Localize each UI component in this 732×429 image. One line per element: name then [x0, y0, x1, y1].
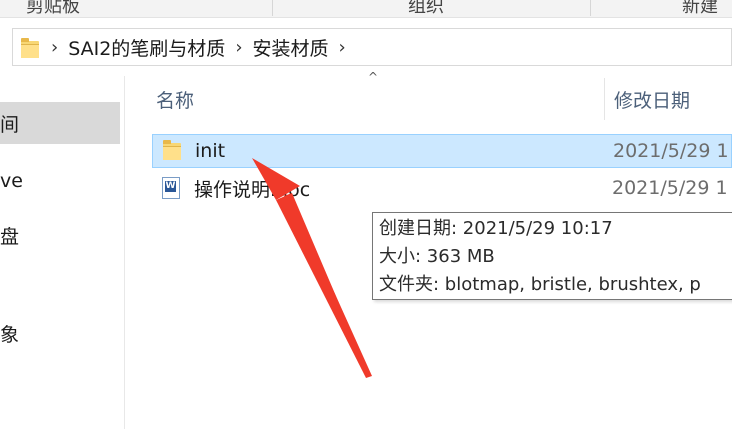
- column-header-date-modified[interactable]: 修改日期: [614, 86, 690, 113]
- nav-item-label: 象: [0, 323, 20, 346]
- tooltip-size: 大小: 363 MB: [379, 246, 495, 267]
- nav-item-selected[interactable]: 间: [0, 102, 120, 144]
- tooltip-contents: 文件夹: blotmap, bristle, brushtex, p: [379, 274, 701, 295]
- column-header-name[interactable]: 名称: [156, 86, 194, 113]
- arrow-shaft: [284, 193, 370, 376]
- pane-divider[interactable]: [124, 76, 125, 429]
- folder-info-tooltip: 创建日期: 2021/5/29 10:17 大小: 363 MB 文件夹: bl…: [372, 212, 732, 300]
- chevron-right-icon: ›: [51, 36, 59, 58]
- file-row-doc[interactable]: W 操作说明.doc 2021/5/29 1: [152, 171, 732, 205]
- ribbon-group-organize[interactable]: 组织: [408, 0, 444, 18]
- chevron-right-icon: ›: [235, 36, 243, 58]
- navigation-pane: 间 ve 盘 象: [0, 76, 124, 429]
- folder-icon: [19, 38, 41, 58]
- nav-item-label: ve: [0, 170, 23, 192]
- address-bar[interactable]: › SAI2的笔刷与材质 › 安装材质 ›: [12, 28, 732, 66]
- column-divider[interactable]: [604, 78, 605, 120]
- sort-ascending-icon: ^: [368, 70, 379, 84]
- breadcrumb-sai2-brushes[interactable]: SAI2的笔刷与材质: [68, 34, 225, 61]
- file-name: init: [195, 140, 226, 162]
- tooltip-created-date: 创建日期: 2021/5/29 10:17: [379, 218, 613, 239]
- file-date: 2021/5/29 1: [612, 177, 728, 199]
- word-document-icon: W: [160, 177, 182, 199]
- ribbon-group-new[interactable]: 新建: [682, 0, 718, 18]
- file-date: 2021/5/29 1: [613, 140, 729, 162]
- ribbon-divider: [272, 0, 273, 16]
- nav-item-label: 间: [0, 113, 20, 136]
- nav-item-images[interactable]: 象: [0, 312, 120, 354]
- file-name: 操作说明.doc: [194, 178, 311, 201]
- folder-icon: [161, 140, 183, 162]
- nav-item-label: 盘: [0, 225, 20, 248]
- arrow-body: [276, 194, 372, 378]
- file-row-init[interactable]: init 2021/5/29 1: [152, 134, 732, 168]
- chevron-right-icon[interactable]: ›: [339, 37, 346, 58]
- nav-item-drive[interactable]: ve: [0, 160, 120, 202]
- nav-item-disk[interactable]: 盘: [0, 214, 120, 256]
- ribbon-divider: [590, 0, 591, 16]
- breadcrumb-install-materials[interactable]: 安装材质: [253, 34, 329, 61]
- ribbon: 剪贴板 组织 新建: [0, 0, 732, 18]
- ribbon-group-clipboard[interactable]: 剪贴板: [26, 0, 80, 18]
